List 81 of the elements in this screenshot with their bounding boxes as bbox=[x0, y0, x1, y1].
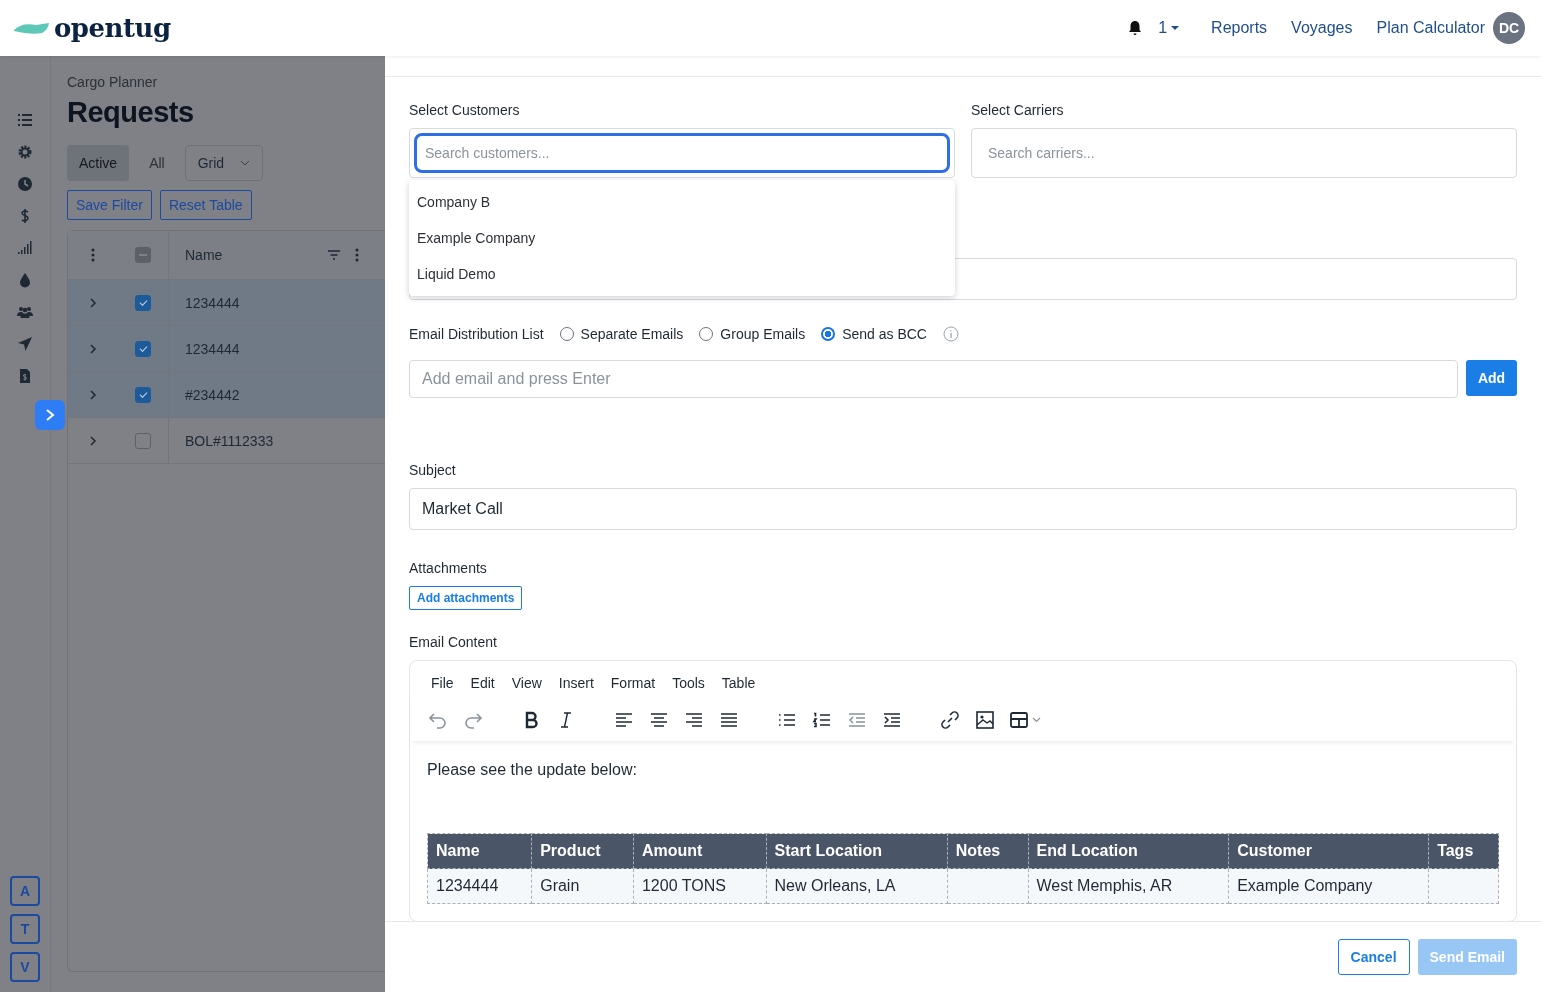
table-cell: 1234444 bbox=[185, 294, 240, 311]
column-header[interactable]: Name bbox=[185, 247, 313, 263]
table-cell: 1200 TONS bbox=[641, 877, 726, 894]
row-checkbox[interactable] bbox=[135, 432, 151, 449]
radio-option[interactable]: Group Emails bbox=[699, 326, 806, 342]
table-header: Customer bbox=[1237, 842, 1312, 859]
expand-button[interactable] bbox=[35, 400, 65, 430]
menu-item[interactable]: Edit bbox=[470, 675, 503, 691]
chevron-icon bbox=[45, 408, 55, 422]
field-label: Attachments bbox=[409, 560, 488, 576]
field-label: Select Customers bbox=[409, 102, 521, 118]
table-cell: Example Company bbox=[1237, 877, 1373, 894]
bell-icon[interactable] bbox=[1128, 20, 1143, 36]
menu-item[interactable]: File bbox=[431, 675, 462, 691]
notification-count[interactable]: 1 bbox=[1158, 19, 1180, 37]
page-title: Requests bbox=[67, 96, 195, 129]
menu-item[interactable]: View bbox=[511, 675, 550, 691]
chevron-icon[interactable] bbox=[89, 388, 97, 401]
table-cell: BOL#1112333 bbox=[185, 432, 274, 449]
table-cell: West Memphis, AR bbox=[1036, 877, 1173, 894]
filter-tab[interactable]: Active bbox=[67, 145, 130, 181]
chevron-icon[interactable] bbox=[89, 296, 97, 309]
table-header: Tags bbox=[1437, 842, 1474, 859]
list-icon[interactable] bbox=[17, 112, 33, 128]
logo-text[interactable]: opentug bbox=[54, 13, 171, 43]
table-cell: New Orleans, LA bbox=[774, 877, 896, 894]
caret-icon bbox=[239, 160, 250, 166]
radio-option[interactable]: Separate Emails bbox=[559, 326, 684, 342]
chevron-icon[interactable] bbox=[89, 342, 97, 355]
field-label: Email Content bbox=[409, 634, 498, 650]
dropdown-option[interactable]: Example Company bbox=[409, 220, 955, 256]
doc-icon[interactable] bbox=[17, 368, 33, 384]
menu-item[interactable]: Table bbox=[721, 675, 764, 691]
menu-item[interactable]: Format bbox=[610, 675, 664, 691]
search-field[interactable]: Search customers... bbox=[414, 133, 950, 173]
add-attachments-button[interactable]: Add attachments bbox=[409, 586, 523, 610]
more-icon[interactable] bbox=[355, 248, 359, 262]
add-button[interactable]: Add bbox=[1466, 360, 1517, 396]
field-label: Select Carriers bbox=[971, 102, 1065, 118]
radio-option[interactable]: Send as BCC bbox=[821, 326, 927, 342]
email-body-text: Please see the update below: bbox=[427, 761, 638, 779]
drop-icon[interactable] bbox=[17, 272, 33, 288]
cancel-button[interactable]: Cancel bbox=[1337, 939, 1410, 975]
table-header: Amount bbox=[641, 842, 703, 859]
field-label: Email Distribution List bbox=[409, 326, 544, 342]
subject-field[interactable]: Market Call bbox=[409, 488, 1517, 530]
image-icon[interactable] bbox=[974, 709, 996, 731]
view-select[interactable]: Grid bbox=[184, 145, 263, 181]
select-all-checkbox[interactable] bbox=[135, 247, 151, 263]
gear-icon[interactable] bbox=[17, 144, 33, 160]
table-cell: #234442 bbox=[185, 386, 240, 403]
nav-icon[interactable] bbox=[17, 336, 33, 352]
table-header: Name bbox=[436, 842, 480, 859]
nav-link[interactable]: Reports bbox=[1211, 19, 1268, 37]
dropdown-option[interactable]: Company B bbox=[409, 184, 955, 220]
row-checkbox[interactable] bbox=[135, 386, 151, 403]
table-header: Notes bbox=[955, 842, 1001, 859]
bars-icon[interactable] bbox=[17, 240, 33, 256]
people-icon[interactable] bbox=[17, 304, 33, 320]
more-icon[interactable] bbox=[91, 248, 95, 262]
clock-icon[interactable] bbox=[17, 176, 33, 192]
row-checkbox[interactable] bbox=[135, 294, 151, 311]
row-checkbox[interactable] bbox=[135, 340, 151, 357]
logo-icon bbox=[12, 20, 50, 36]
nav-link[interactable]: Plan Calculator bbox=[1376, 19, 1485, 37]
table-header: Product bbox=[540, 842, 601, 859]
table-header: End Location bbox=[1036, 842, 1138, 859]
dropdown-option[interactable]: Liquid Demo bbox=[409, 256, 955, 292]
nav-link[interactable]: Voyages bbox=[1291, 19, 1353, 37]
link-icon[interactable] bbox=[939, 709, 961, 731]
table-header: Start Location bbox=[774, 842, 883, 859]
table-cell: Grain bbox=[540, 877, 580, 894]
email-field[interactable]: Add email and press Enter bbox=[409, 360, 1458, 398]
field-label: Subject bbox=[409, 462, 457, 478]
menu-item[interactable]: Tools bbox=[672, 675, 713, 691]
table-cell: 1234444 bbox=[185, 340, 240, 357]
chevron-icon[interactable] bbox=[89, 434, 97, 447]
menu-item[interactable]: Insert bbox=[558, 675, 602, 691]
user-avatar[interactable]: DC bbox=[1493, 12, 1525, 44]
table-cell: 1234444 bbox=[436, 877, 499, 894]
filter-icon[interactable] bbox=[327, 250, 341, 260]
